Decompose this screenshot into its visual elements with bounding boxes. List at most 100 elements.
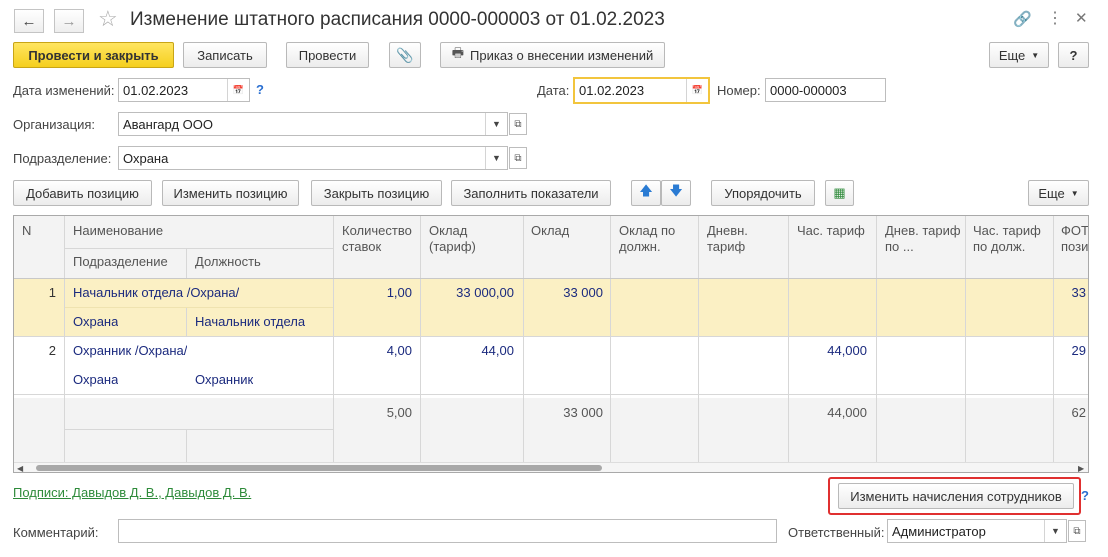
more-vertical-icon[interactable]: ⋮ — [1047, 8, 1063, 28]
staff-table[interactable]: N Наименование Подразделение Должность К… — [13, 215, 1089, 473]
back-button[interactable]: ← — [14, 9, 44, 33]
row2-salary-tariff: 44,00 — [481, 343, 514, 358]
row2-subdivision[interactable]: Охрана — [73, 372, 118, 387]
col-subdivision[interactable]: Подразделение — [73, 254, 168, 269]
move-up-button[interactable]: 🡅 — [631, 180, 661, 206]
arrow-up-icon: 🡅 — [639, 183, 653, 198]
table-settings-button[interactable]: ▦ — [825, 180, 854, 206]
responsible-value: Администратор — [892, 523, 986, 539]
dept-label: Подразделение: — [13, 151, 112, 166]
number-input[interactable]: 0000-000003 — [765, 78, 886, 102]
col-salary[interactable]: Оклад — [531, 223, 570, 238]
col-hourly-tariff[interactable]: Час. тариф — [797, 223, 865, 238]
row1-n: 1 — [48, 285, 56, 300]
order-changes-button[interactable]: 🖶 Приказ о внесении изменений — [440, 42, 665, 68]
col-salary-tariff[interactable]: Оклад (тариф) — [429, 223, 509, 255]
change-position-button[interactable]: Изменить позицию — [162, 180, 299, 206]
table-more-label: Еще — [1038, 185, 1065, 201]
row1-subdivision[interactable]: Охрана — [73, 314, 118, 329]
org-label: Организация: — [13, 117, 96, 132]
open-icon: ⧉ — [514, 118, 522, 130]
col-name[interactable]: Наименование — [73, 223, 164, 238]
scroll-right-icon[interactable]: ▶ — [1078, 464, 1084, 472]
change-accruals-help[interactable]: ? — [1081, 488, 1089, 503]
col-n[interactable]: N — [22, 223, 32, 238]
scrollbar-thumb[interactable] — [36, 465, 602, 471]
row2-position[interactable]: Охранник — [195, 372, 253, 387]
order-changes-label: Приказ о внесении изменений — [470, 47, 654, 63]
dept-value: Охрана — [123, 150, 169, 166]
table-more-button[interactable]: Еще ▼ — [1028, 180, 1089, 206]
row1-salary: 33 000 — [563, 285, 603, 300]
open-icon: ⧉ — [1073, 525, 1081, 537]
add-position-button[interactable]: Добавить позицию — [13, 180, 152, 206]
col-daily-tariff[interactable]: Дневн. тариф — [707, 223, 777, 255]
attach-button[interactable]: 📎 — [389, 42, 421, 68]
col-position[interactable]: Должность — [195, 254, 261, 269]
chevron-down-icon[interactable]: ▼ — [1044, 520, 1066, 542]
row1-name[interactable]: Начальник отдела /Охрана/ — [73, 285, 239, 300]
link-icon[interactable]: 🔗 — [1013, 10, 1032, 28]
help-button[interactable]: ? — [1058, 42, 1089, 68]
responsible-input[interactable]: Администратор ▼ — [887, 519, 1067, 543]
open-dept-button[interactable]: ⧉ — [509, 147, 527, 169]
row1-fot: 33 — [1071, 285, 1086, 300]
row2-hourly-tariff: 44,000 — [827, 343, 867, 358]
horizontal-scrollbar[interactable]: ◀ ▶ — [14, 462, 1088, 472]
chevron-down-icon[interactable]: ▼ — [485, 147, 507, 169]
arrow-down-icon: 🡇 — [669, 183, 683, 198]
col-daily-tariff-by[interactable]: Днев. тариф по ... — [885, 223, 963, 255]
row2-qty: 4,00 — [386, 343, 412, 358]
move-down-button[interactable]: 🡇 — [661, 180, 691, 206]
col-fot[interactable]: ФОТ пози — [1061, 223, 1088, 255]
more-button[interactable]: Еще ▼ — [989, 42, 1049, 68]
post-and-close-button[interactable]: Провести и закрыть — [13, 42, 174, 68]
scroll-left-icon[interactable]: ◀ — [17, 464, 23, 472]
date-label: Дата: — [537, 83, 570, 98]
total-qty: 5,00 — [386, 405, 412, 420]
total-fot: 62 — [1071, 405, 1086, 420]
total-salary: 33 000 — [563, 405, 603, 420]
forward-button[interactable]: → — [54, 9, 84, 33]
col-salary-by-pos[interactable]: Оклад по должн. — [619, 223, 695, 255]
total-hourly-tariff: 44,000 — [827, 405, 867, 420]
signatures-link[interactable]: Подписи: Давыдов Д. В., Давыдов Д. В. — [13, 485, 251, 500]
change-date-input[interactable]: 01.02.2023 📅 — [118, 78, 250, 102]
paperclip-icon: 📎 — [396, 46, 414, 63]
row2-name[interactable]: Охранник /Охрана/ — [73, 343, 187, 358]
col-qty[interactable]: Количество ставок — [342, 223, 418, 255]
responsible-label: Ответственный: — [788, 525, 885, 540]
more-label: Еще — [998, 47, 1026, 63]
date-value: 01.02.2023 — [579, 83, 645, 98]
favorite-star-icon[interactable]: ☆ — [98, 6, 118, 32]
post-button[interactable]: Провести — [286, 42, 369, 68]
row1-salary-tariff: 33 000,00 — [456, 285, 514, 300]
change-date-value: 01.02.2023 — [123, 82, 189, 98]
change-accruals-button[interactable]: Изменить начисления сотрудников — [838, 483, 1074, 509]
col-hourly-tariff-by[interactable]: Час. тариф по долж. — [973, 223, 1051, 255]
number-label: Номер: — [717, 83, 761, 98]
open-org-button[interactable]: ⧉ — [509, 113, 527, 135]
chevron-down-icon[interactable]: ▼ — [485, 113, 507, 135]
arrow-right-icon: → — [61, 12, 77, 30]
calendar-icon[interactable]: 📅 — [686, 79, 708, 102]
sort-button[interactable]: Упорядочить — [711, 180, 815, 206]
dept-input[interactable]: Охрана ▼ — [118, 146, 508, 170]
open-icon: ⧉ — [514, 152, 522, 164]
change-date-help[interactable]: ? — [256, 82, 264, 97]
save-button[interactable]: Записать — [183, 42, 267, 68]
date-input[interactable]: 01.02.2023 📅 — [573, 77, 710, 104]
fill-indicators-button[interactable]: Заполнить показатели — [451, 180, 611, 206]
window-title: Изменение штатного расписания 0000-00000… — [130, 9, 665, 30]
row1-position[interactable]: Начальник отдела — [195, 314, 305, 329]
comment-input[interactable] — [118, 519, 777, 543]
open-responsible-button[interactable]: ⧉ — [1068, 520, 1086, 542]
comment-label: Комментарий: — [13, 525, 99, 540]
org-input[interactable]: Авангард ООО ▼ — [118, 112, 508, 136]
calendar-icon[interactable]: 📅 — [227, 79, 249, 101]
close-position-button[interactable]: Закрыть позицию — [311, 180, 442, 206]
printer-icon: 🖶 — [451, 45, 465, 60]
row2-fot: 29 — [1071, 343, 1086, 358]
close-icon[interactable]: ✕ — [1075, 9, 1088, 27]
arrow-left-icon: ← — [21, 12, 37, 30]
